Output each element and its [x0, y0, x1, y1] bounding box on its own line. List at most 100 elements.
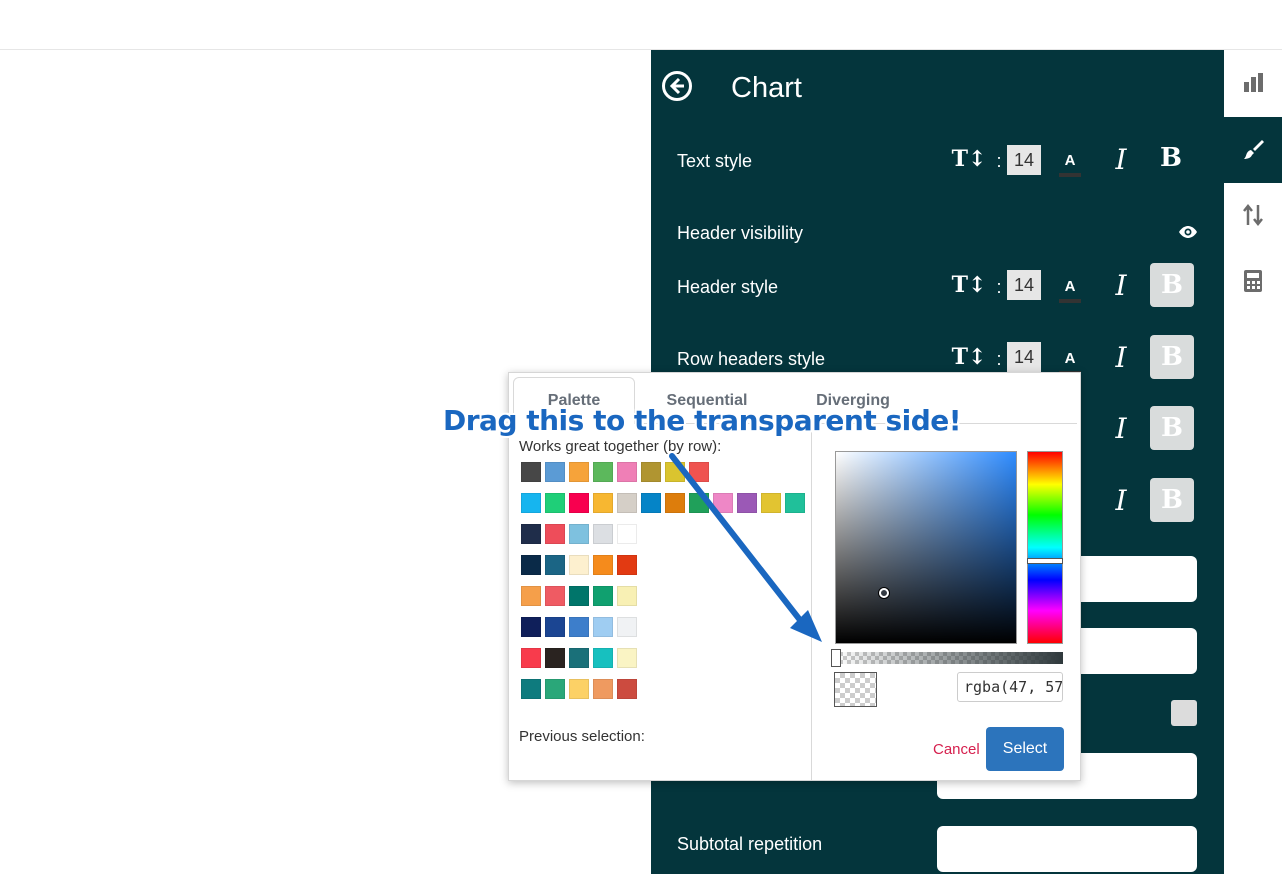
select-button[interactable]: Select	[986, 727, 1064, 771]
back-button[interactable]	[661, 70, 693, 102]
color-preview	[834, 672, 877, 707]
font-color-glyph: A	[1064, 349, 1076, 367]
row-headers-bold-button[interactable]: B	[1150, 335, 1194, 379]
text-style-label: Text style	[677, 151, 753, 171]
color-swatch[interactable]	[569, 555, 589, 575]
color-swatch[interactable]	[593, 555, 613, 575]
text-size-input[interactable]: 14	[1007, 145, 1041, 175]
subtotal-repetition-label: Subtotal repetition	[677, 834, 823, 854]
hue-handle[interactable]	[1027, 558, 1063, 564]
eye-icon	[1179, 226, 1197, 238]
bold-button[interactable]: B	[1150, 478, 1194, 522]
color-swatch[interactable]	[545, 524, 565, 544]
color-swatch[interactable]	[521, 648, 541, 668]
color-swatch[interactable]	[737, 493, 757, 513]
rail-chart-button[interactable]	[1224, 50, 1282, 116]
checkbox[interactable]	[1171, 700, 1197, 726]
color-swatch[interactable]	[617, 586, 637, 606]
swatch-row	[521, 555, 637, 575]
color-swatch[interactable]	[617, 524, 637, 544]
color-swatch[interactable]	[521, 679, 541, 699]
sort-arrows-icon	[1243, 203, 1263, 227]
header-visibility-toggle[interactable]	[1176, 222, 1200, 242]
row-headers-size-input[interactable]: 14	[1007, 342, 1041, 372]
text-bold-button[interactable]: B	[1149, 136, 1193, 180]
color-swatch[interactable]	[617, 617, 637, 637]
color-swatch[interactable]	[545, 555, 565, 575]
color-swatch[interactable]	[569, 462, 589, 482]
swatch-row	[521, 524, 637, 544]
color-swatch[interactable]	[665, 462, 685, 482]
color-swatch[interactable]	[569, 586, 589, 606]
color-swatch[interactable]	[617, 648, 637, 668]
palette-pane: Works great together (by row): Previous …	[509, 424, 812, 780]
color-swatch[interactable]	[641, 462, 661, 482]
color-swatch[interactable]	[665, 493, 685, 513]
color-swatch[interactable]	[569, 617, 589, 637]
row-headers-italic-button[interactable]: I	[1106, 340, 1136, 374]
color-swatch[interactable]	[617, 462, 637, 482]
bold-button[interactable]: B	[1150, 406, 1194, 450]
color-swatch[interactable]	[569, 648, 589, 668]
color-swatch[interactable]	[545, 648, 565, 668]
rgba-input[interactable]: rgba(47, 57	[957, 672, 1063, 702]
paintbrush-icon	[1244, 140, 1264, 159]
text-italic-button[interactable]: I	[1106, 142, 1136, 176]
rail-style-button[interactable]	[1224, 117, 1282, 183]
header-italic-button[interactable]: I	[1106, 268, 1136, 302]
color-swatch[interactable]	[521, 462, 541, 482]
colon: :	[996, 348, 1002, 369]
font-color-underline	[1059, 298, 1081, 303]
color-swatch[interactable]	[689, 493, 709, 513]
color-swatch[interactable]	[593, 462, 613, 482]
annotation-text: Drag this to the transparent side!	[443, 404, 962, 437]
color-swatch[interactable]	[545, 493, 565, 513]
color-swatch[interactable]	[617, 679, 637, 699]
alpha-slider[interactable]	[835, 652, 1063, 664]
color-swatch[interactable]	[521, 617, 541, 637]
color-swatch[interactable]	[713, 493, 733, 513]
cancel-button[interactable]: Cancel	[933, 741, 980, 758]
color-swatch[interactable]	[785, 493, 805, 513]
color-swatch[interactable]	[569, 679, 589, 699]
color-swatch[interactable]	[617, 555, 637, 575]
color-swatch[interactable]	[593, 617, 613, 637]
color-swatch[interactable]	[521, 586, 541, 606]
color-swatch[interactable]	[521, 524, 541, 544]
text-font-color-button[interactable]: A	[1057, 148, 1083, 180]
swatch-row	[521, 679, 637, 699]
color-swatch[interactable]	[593, 524, 613, 544]
bar-chart-icon	[1244, 73, 1263, 92]
color-swatch[interactable]	[593, 679, 613, 699]
color-swatch[interactable]	[761, 493, 781, 513]
subtotal-repetition-field[interactable]	[937, 826, 1197, 872]
header-bold-button[interactable]: B	[1150, 263, 1194, 307]
color-swatch[interactable]	[617, 493, 637, 513]
header-font-color-button[interactable]: A	[1057, 274, 1083, 306]
alpha-handle[interactable]	[831, 649, 841, 667]
color-swatch[interactable]	[593, 648, 613, 668]
color-swatch[interactable]	[545, 462, 565, 482]
previous-selection-label: Previous selection:	[519, 728, 645, 745]
saturation-cursor[interactable]	[879, 588, 889, 598]
rail-sort-button[interactable]	[1224, 182, 1282, 248]
color-swatch[interactable]	[569, 524, 589, 544]
color-swatch[interactable]	[521, 555, 541, 575]
hue-slider[interactable]	[1027, 451, 1063, 644]
color-swatch[interactable]	[545, 617, 565, 637]
color-swatch[interactable]	[641, 493, 661, 513]
color-swatch[interactable]	[569, 493, 589, 513]
italic-button[interactable]: I	[1106, 411, 1136, 445]
saturation-value-box[interactable]	[835, 451, 1017, 644]
color-swatch[interactable]	[521, 493, 541, 513]
color-swatch[interactable]	[593, 493, 613, 513]
arrow-left-circle-icon	[662, 71, 692, 101]
color-swatch[interactable]	[689, 462, 709, 482]
color-swatch[interactable]	[545, 679, 565, 699]
color-swatch[interactable]	[545, 586, 565, 606]
italic-button[interactable]: I	[1106, 483, 1136, 517]
rail-calculator-button[interactable]	[1224, 248, 1282, 314]
color-swatch[interactable]	[593, 586, 613, 606]
header-size-input[interactable]: 14	[1007, 270, 1041, 300]
font-color-glyph: A	[1064, 151, 1076, 169]
